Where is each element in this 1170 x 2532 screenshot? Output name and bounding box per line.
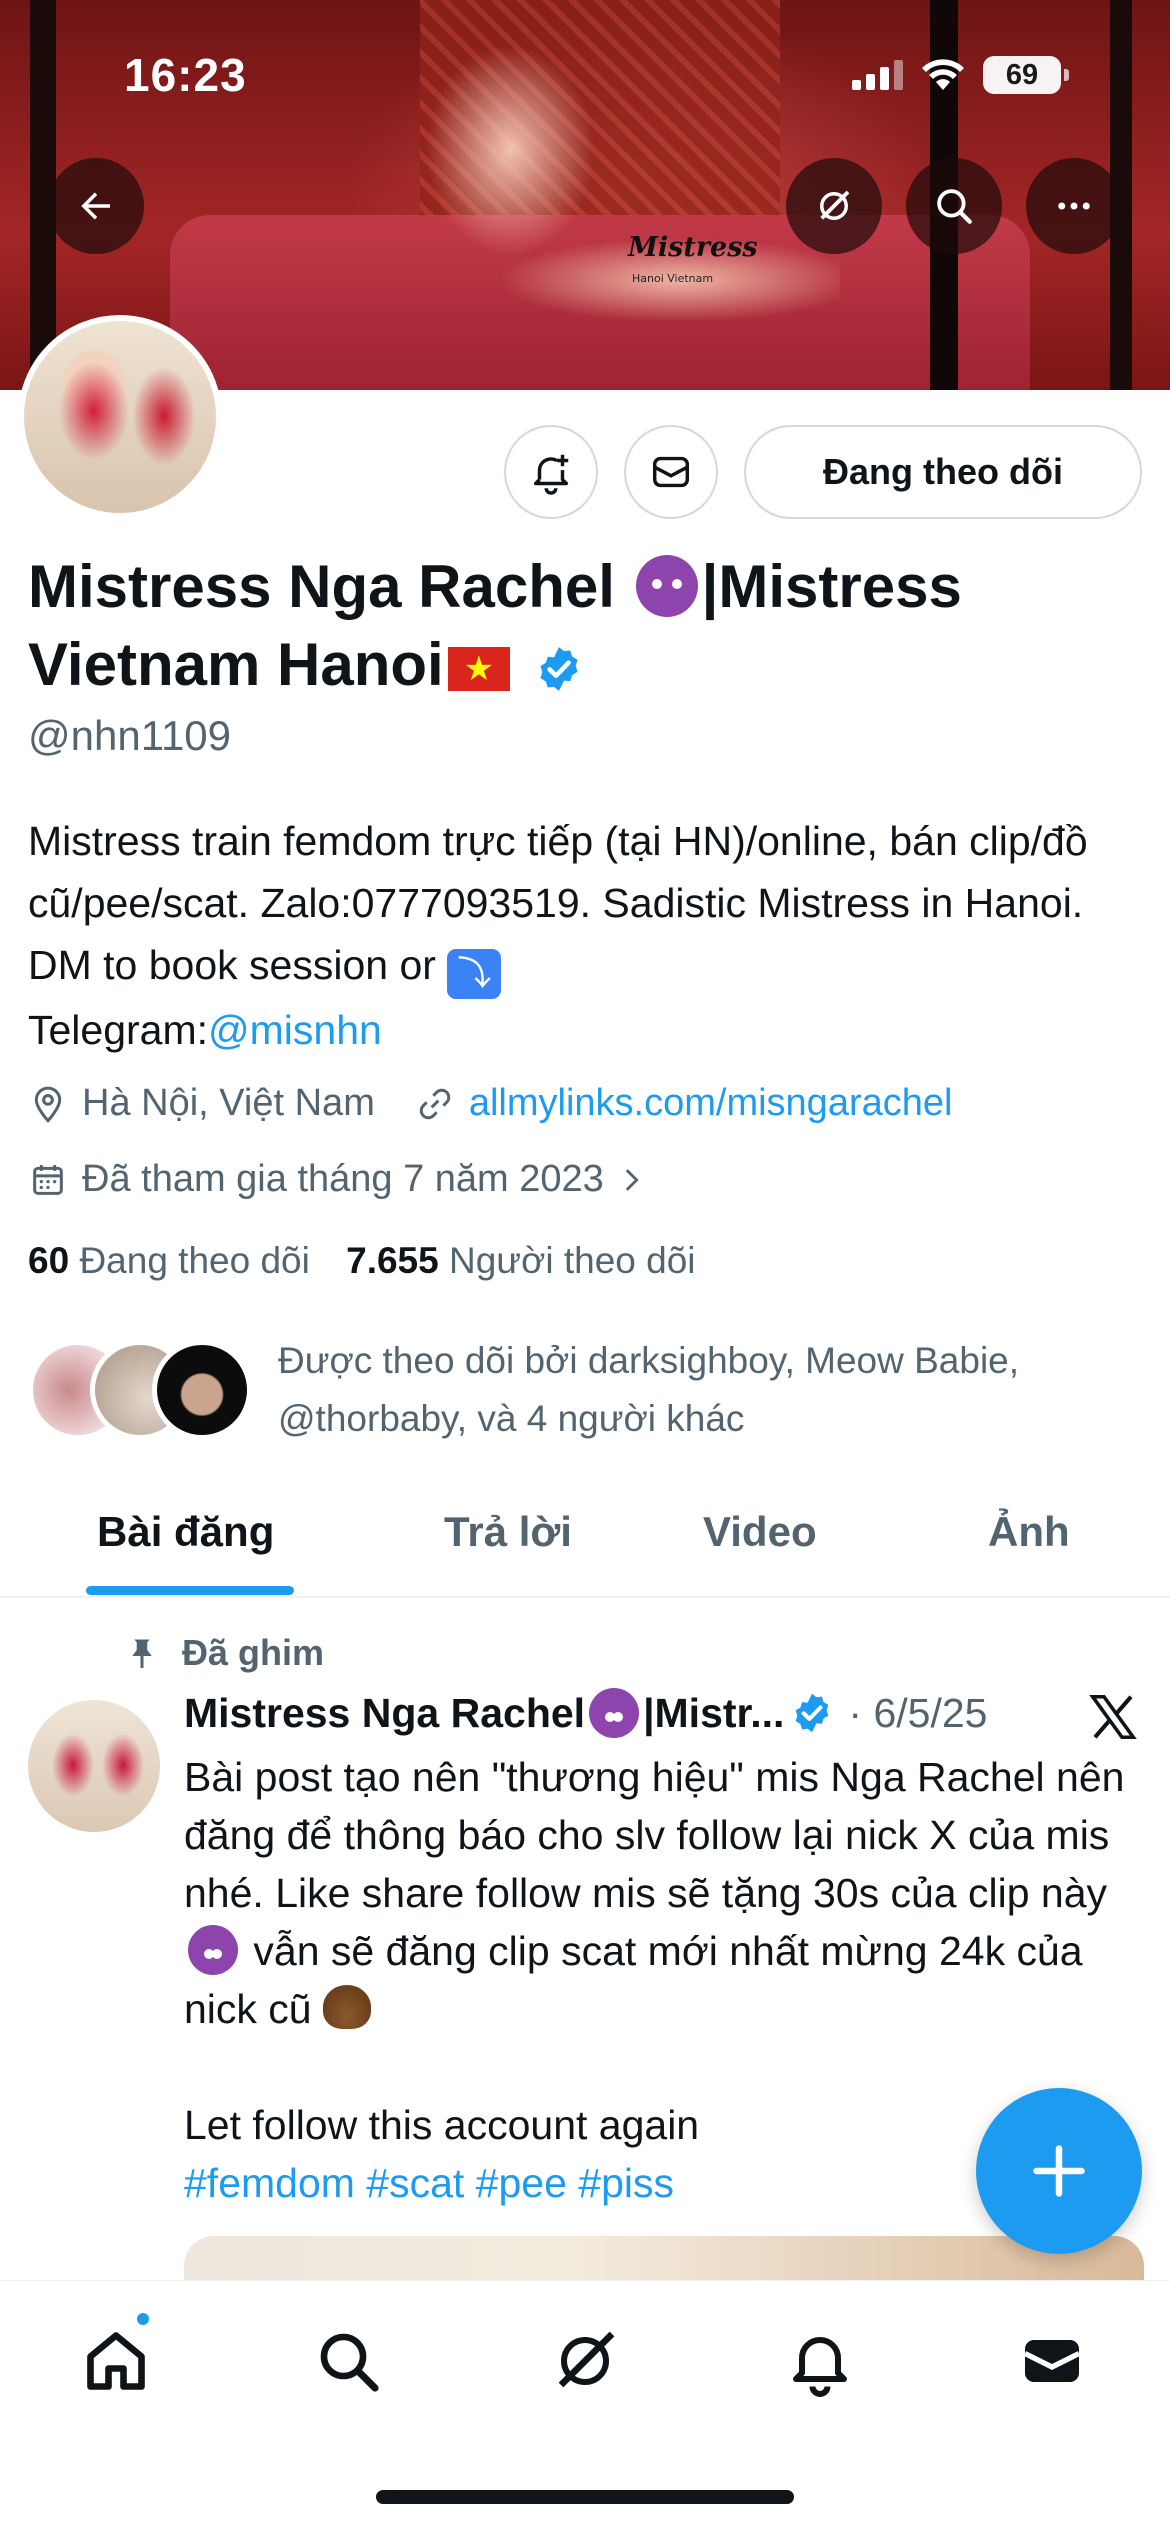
bio-telegram-link[interactable]: @misnhn [208, 1007, 382, 1053]
avatar [152, 1340, 252, 1440]
messages-icon [1023, 2340, 1081, 2382]
profile-avatar[interactable] [18, 315, 222, 519]
post-date[interactable]: · 6/5/25 [848, 1690, 987, 1737]
tab-replies[interactable]: Trả lời [444, 1508, 572, 1556]
grok-button[interactable] [786, 158, 882, 254]
followed-by-avatars[interactable] [28, 1340, 252, 1440]
post-author-name[interactable]: Mistress Nga Rachel [184, 1690, 585, 1737]
search-icon [937, 189, 972, 224]
post-header: Mistress Nga Rachel |Mistr... · 6/5/25 [184, 1688, 1064, 1738]
link-icon [419, 1088, 451, 1119]
banner-watermark: Mistress [628, 232, 758, 263]
wifi-icon [922, 59, 964, 90]
post-author-avatar[interactable] [28, 1700, 160, 1832]
profile-bio: Mistress train femdom trực tiếp (tại HN)… [28, 810, 1138, 1061]
verified-badge-icon[interactable] [534, 644, 584, 694]
following-button[interactable]: Đang theo dõi [744, 425, 1142, 519]
profile-tabs: Bài đăng Trả lời Video Ảnh [0, 1480, 1170, 1598]
following-count: 60 [28, 1240, 70, 1281]
grok-icon [558, 2331, 615, 2388]
grok-icon [820, 190, 850, 220]
nav-messages[interactable] [1012, 2321, 1092, 2401]
location-text: Hà Nội, Việt Nam [82, 1082, 375, 1124]
back-button[interactable] [48, 158, 144, 254]
following-label: Đang theo dõi [79, 1240, 310, 1281]
follow-stats: 60 Đang theo dõi 7.655 Người theo dõi [28, 1240, 696, 1282]
active-tab-indicator [86, 1586, 294, 1595]
followers-label: Người theo dõi [449, 1240, 696, 1281]
home-unread-dot [134, 2310, 152, 2328]
message-button[interactable] [624, 425, 718, 519]
followed-by-text[interactable]: Được theo dõi bởi darksighboy, Meow Babi… [278, 1332, 1138, 1448]
bio-telegram-label: Telegram: [28, 1007, 209, 1053]
cellular-signal-icon [852, 60, 903, 90]
devil-emoji-icon [635, 555, 698, 617]
nav-home[interactable] [76, 2321, 156, 2401]
following-stat[interactable]: 60 Đang theo dõi [28, 1240, 310, 1281]
more-icon [1058, 202, 1090, 210]
arrow-down-emoji-icon: ⤵ [447, 949, 502, 999]
notifications-subscribe-button[interactable] [504, 425, 598, 519]
back-arrow-icon [81, 192, 110, 220]
profile-meta-row: Hà Nội, Việt Nam allmylinks.com/misngara… [28, 1082, 952, 1125]
joined-row[interactable]: Đã tham gia tháng 7 năm 2023 [28, 1158, 662, 1201]
bio-text: Mistress train femdom trực tiếp (tại HN)… [28, 818, 1088, 988]
banner-watermark-place: Hanoi Vietnam [632, 272, 714, 285]
post-hashtags[interactable]: #femdom #scat #pee #piss [184, 2160, 674, 2206]
followers-count: 7.655 [346, 1240, 439, 1281]
notifications-icon [793, 2337, 847, 2397]
notification-bell-plus-icon [533, 454, 569, 495]
chevron-right-icon [625, 1168, 639, 1191]
calendar-icon [33, 1164, 63, 1195]
post-author-suffix[interactable]: |Mistr... [643, 1690, 784, 1737]
pinned-text: Đã ghim [182, 1632, 325, 1673]
display-name-text: Mistress Nga Rachel [28, 553, 615, 620]
search-button[interactable] [906, 158, 1002, 254]
message-icon [652, 456, 690, 488]
post-text-part3: Let follow this account again [184, 2102, 700, 2148]
home-icon [87, 2332, 145, 2390]
pin-icon [132, 1639, 152, 1668]
profile-handle: @nhn1109 [28, 712, 232, 759]
compose-plus-icon [1033, 2145, 1085, 2197]
banner-figure [360, 30, 840, 320]
compose-button[interactable] [976, 2088, 1142, 2254]
location-icon [34, 1086, 62, 1123]
battery-indicator: 69 [983, 56, 1069, 94]
nav-notifications[interactable] [780, 2321, 860, 2401]
tab-posts[interactable]: Bài đăng [97, 1508, 274, 1556]
nav-search[interactable] [308, 2321, 388, 2401]
post-text-part2: vẫn sẽ đăng clip scat mới nhất mừng 24k … [184, 1928, 1083, 2032]
followers-stat[interactable]: 7.655 Người theo dõi [346, 1240, 695, 1281]
vietnam-flag-icon [447, 647, 510, 692]
devil-emoji-icon [188, 1925, 238, 1975]
poop-emoji-icon [323, 1985, 372, 2029]
more-button[interactable] [1026, 158, 1122, 254]
tab-photos[interactable]: Ảnh [988, 1508, 1070, 1556]
nav-grok[interactable] [545, 2321, 625, 2401]
home-indicator [376, 2490, 794, 2504]
status-indicators: 69 [852, 56, 1069, 94]
verified-badge-icon [796, 1693, 829, 1733]
search-icon [320, 2333, 379, 2392]
x-logo-icon [1089, 1694, 1137, 1740]
post-text-part1: Bài post tạo nên "thương hiệu" mis Nga R… [184, 1754, 1125, 1916]
website-link[interactable]: allmylinks.com/misngarachel [469, 1082, 953, 1125]
status-time: 16:23 [124, 49, 247, 101]
devil-emoji-icon [589, 1688, 640, 1738]
display-name: Mistress Nga Rachel |Mistress Vietnam Ha… [28, 548, 1148, 704]
tab-video[interactable]: Video [703, 1508, 817, 1556]
joined-text: Đã tham gia tháng 7 năm 2023 [82, 1158, 604, 1200]
pinned-label: Đã ghim [124, 1632, 324, 1674]
